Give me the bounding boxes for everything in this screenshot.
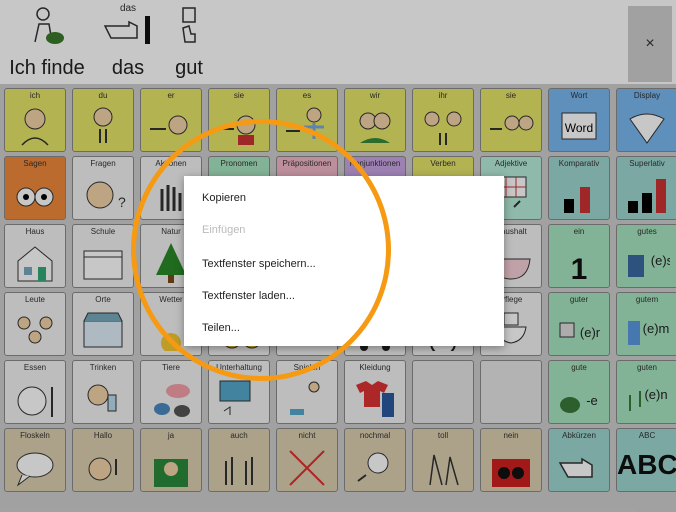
context-menu: Kopieren Einfügen Textfenster speichern.… — [184, 176, 504, 346]
menu-item-share[interactable]: Teilen... — [202, 322, 240, 334]
menu-item-copy[interactable]: Kopieren — [202, 192, 246, 204]
menu-item-paste: Einfügen — [202, 224, 246, 236]
menu-item-load-textwindow[interactable]: Textfenster laden... — [202, 290, 295, 302]
menu-item-save-textwindow[interactable]: Textfenster speichern... — [202, 258, 316, 270]
aac-app: Ich finde das das gut × ich du er sie es wir i… — [0, 0, 676, 512]
